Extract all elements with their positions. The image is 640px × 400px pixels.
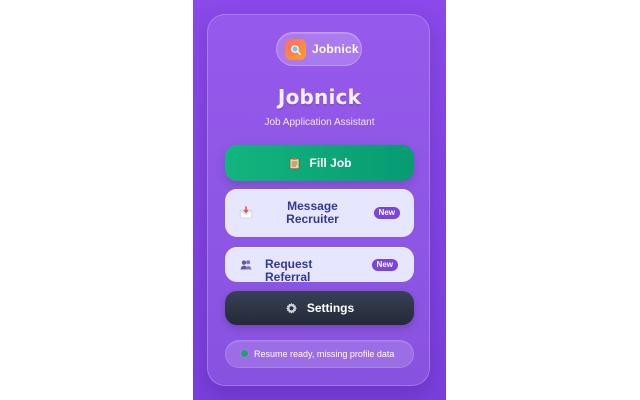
message-recruiter-button[interactable]: Message Recruiter New (225, 189, 414, 237)
jobnick-popup: Jobnick Jobnick Job Application Assistan… (193, 0, 446, 400)
page-subtitle: Job Application Assistant (264, 117, 375, 128)
settings-label: Settings (306, 300, 355, 315)
magnifier-icon (285, 39, 306, 60)
request-referral-label: Request Referral (265, 257, 313, 284)
message-recruiter-label: Message Recruiter (286, 199, 339, 226)
status-text: Resume ready, missing profile data (254, 349, 395, 359)
brand-pill: Jobnick (276, 32, 362, 66)
new-badge: New (373, 207, 400, 219)
mail-icon (239, 206, 253, 220)
people-icon (239, 258, 253, 272)
settings-button[interactable]: Settings (225, 291, 414, 325)
status-pill: Resume ready, missing profile data (225, 340, 414, 368)
main-card: Jobnick Jobnick Job Application Assistan… (207, 14, 430, 386)
brand-name: Jobnick (312, 42, 359, 56)
clipboard-icon (288, 156, 302, 170)
request-referral-button[interactable]: Request Referral New (225, 247, 414, 284)
new-badge: New (371, 258, 398, 271)
status-indicator (241, 350, 248, 357)
gear-icon (285, 301, 299, 315)
page-title: Jobnick (277, 85, 362, 109)
fill-job-button[interactable]: Fill Job (225, 145, 414, 181)
fill-job-label: Fill Job (309, 155, 352, 170)
